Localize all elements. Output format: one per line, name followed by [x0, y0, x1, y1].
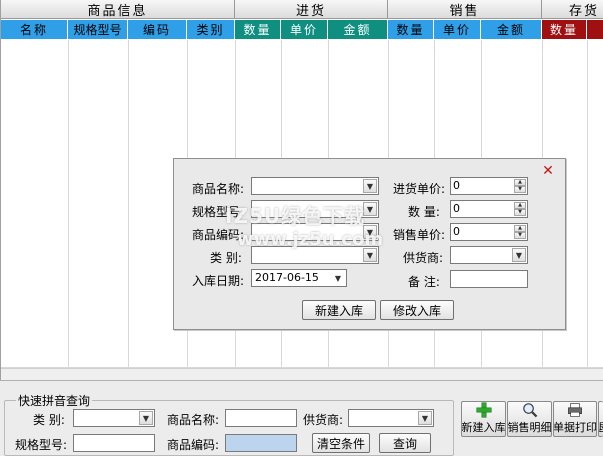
search-spec-input[interactable] — [73, 434, 155, 452]
print-tool-label: 单据打印 — [553, 421, 597, 434]
chevron-down-icon[interactable]: ▼ — [363, 202, 377, 216]
search-code-input[interactable] — [225, 434, 297, 452]
sale-price-spinner[interactable]: 0 ▲ ▼ — [450, 223, 528, 241]
sales-detail-tool-label: 销售明细 — [507, 421, 552, 434]
sales-detail-tool-button[interactable]: 销售明细 — [507, 401, 552, 437]
spin-down-icon[interactable]: ▼ — [514, 209, 526, 216]
magnifier-icon — [522, 403, 537, 418]
col-header-name[interactable]: 名称 — [1, 20, 68, 39]
column-divider — [128, 40, 129, 380]
search-supplier-label: 供货商: — [303, 413, 344, 427]
col-header-stock-extra[interactable] — [587, 20, 603, 39]
sale-price-label: 销售单价: — [393, 228, 446, 242]
clear-conditions-button[interactable]: 清空条件 — [312, 433, 370, 453]
column-divider — [587, 40, 588, 380]
chevron-down-icon[interactable]: ▼ — [363, 248, 377, 262]
col-header-sale-price[interactable]: 单价 — [434, 20, 481, 39]
new-stock-button[interactable]: 新建入库 — [302, 300, 376, 320]
print-tool-button[interactable]: 单据打印 — [553, 401, 597, 437]
chevron-down-icon[interactable]: ▼ — [418, 411, 432, 425]
remark-input[interactable] — [450, 270, 528, 288]
quantity-label: 数 量: — [408, 205, 440, 219]
search-name-input[interactable] — [225, 409, 297, 427]
product-name-combo[interactable]: ▼ — [251, 177, 379, 195]
plus-icon — [475, 402, 492, 418]
product-name-label: 商品名称: — [192, 182, 245, 196]
col-header-stock-qty[interactable]: 数量 — [542, 20, 587, 39]
spec-combo[interactable]: ▼ — [251, 200, 379, 218]
spin-down-icon[interactable]: ▼ — [514, 232, 526, 239]
search-category-label: 类 别: — [33, 413, 65, 427]
modify-stock-button[interactable]: 修改入库 — [380, 300, 454, 320]
col-header-code[interactable]: 编码 — [128, 20, 187, 39]
bottom-panel: 类 别: ▼ 商品名称: 供货商: ▼ 规格型号: 商品编码: 清空条件 查询 … — [0, 380, 603, 456]
stock-date-picker[interactable]: 2017-06-15 ▼ — [251, 269, 347, 287]
search-supplier-combo[interactable]: ▼ — [348, 409, 434, 427]
quantity-value: 0 — [453, 202, 460, 215]
col-header-purchase-price[interactable]: 单价 — [281, 20, 328, 39]
stock-entry-dialog: ✕ 商品名称: ▼ 规格型号: ▼ 商品编码: ▼ 类 别: ▼ 入库日期: 2… — [173, 158, 566, 330]
supplier-combo[interactable]: ▼ — [450, 246, 528, 264]
col-header-category[interactable]: 类别 — [187, 20, 235, 39]
col-header-purchase-qty[interactable]: 数量 — [235, 20, 281, 39]
quantity-spinner[interactable]: 0 ▲ ▼ — [450, 200, 528, 218]
chevron-down-icon[interactable]: ▼ — [363, 179, 377, 193]
remark-label: 备 注: — [408, 275, 440, 289]
category-combo[interactable]: ▼ — [251, 246, 379, 264]
group-header-product: 商品信息 — [1, 0, 235, 19]
col-header-purchase-amount[interactable]: 金额 — [328, 20, 388, 39]
more-tool-label: 退 — [599, 419, 603, 435]
search-code-label: 商品编码: — [167, 438, 220, 452]
product-code-label: 商品编码: — [192, 228, 245, 242]
col-header-spec[interactable]: 规格型号 — [68, 20, 128, 39]
chevron-down-icon[interactable]: ▼ — [363, 225, 377, 239]
purchase-price-spinner[interactable]: 0 ▲ ▼ — [450, 177, 528, 195]
more-tool-button[interactable]: 退 — [598, 401, 603, 437]
spin-down-icon[interactable]: ▼ — [514, 186, 526, 193]
column-header-row: 名称 规格型号 编码 类别 数量 单价 金额 数量 单价 金额 数量 — [1, 20, 603, 39]
search-spec-label: 规格型号: — [15, 438, 68, 452]
category-label: 类 别: — [210, 251, 242, 265]
spin-up-icon[interactable]: ▲ — [514, 179, 526, 186]
new-stock-tool-button[interactable]: 新建入库 — [461, 401, 506, 437]
chevron-down-icon[interactable]: ▼ — [512, 248, 526, 262]
horizontal-scrollbar[interactable] — [1, 368, 603, 380]
column-divider — [68, 40, 69, 380]
sale-price-value: 0 — [453, 225, 460, 238]
col-header-sale-amount[interactable]: 金额 — [481, 20, 542, 39]
new-stock-tool-label: 新建入库 — [461, 421, 506, 434]
group-header-sales: 销售 — [388, 0, 542, 19]
chevron-down-icon[interactable]: ▼ — [331, 271, 345, 285]
group-header-purchase: 进货 — [235, 0, 388, 19]
spin-up-icon[interactable]: ▲ — [514, 202, 526, 209]
quick-search-legend: 快速拼音查询 — [16, 392, 93, 409]
purchase-price-value: 0 — [453, 179, 460, 192]
supplier-label: 供货商: — [403, 251, 444, 265]
stock-date-value: 2017-06-15 — [255, 271, 319, 284]
close-icon[interactable]: ✕ — [540, 163, 556, 179]
group-header-row: 商品信息 进货 销售 存货 — [1, 0, 603, 19]
chevron-down-icon[interactable]: ▼ — [139, 411, 153, 425]
col-header-sale-qty[interactable]: 数量 — [388, 20, 434, 39]
spec-label: 规格型号: — [192, 205, 245, 219]
group-header-stock: 存货 — [542, 0, 603, 19]
printer-icon — [568, 403, 582, 417]
purchase-price-label: 进货单价: — [393, 182, 446, 196]
query-button[interactable]: 查询 — [379, 433, 431, 453]
stock-date-label: 入库日期: — [192, 274, 245, 288]
search-name-label: 商品名称: — [167, 413, 220, 427]
search-category-combo[interactable]: ▼ — [73, 409, 155, 427]
product-code-combo[interactable]: ▼ — [251, 223, 379, 241]
spin-up-icon[interactable]: ▲ — [514, 225, 526, 232]
